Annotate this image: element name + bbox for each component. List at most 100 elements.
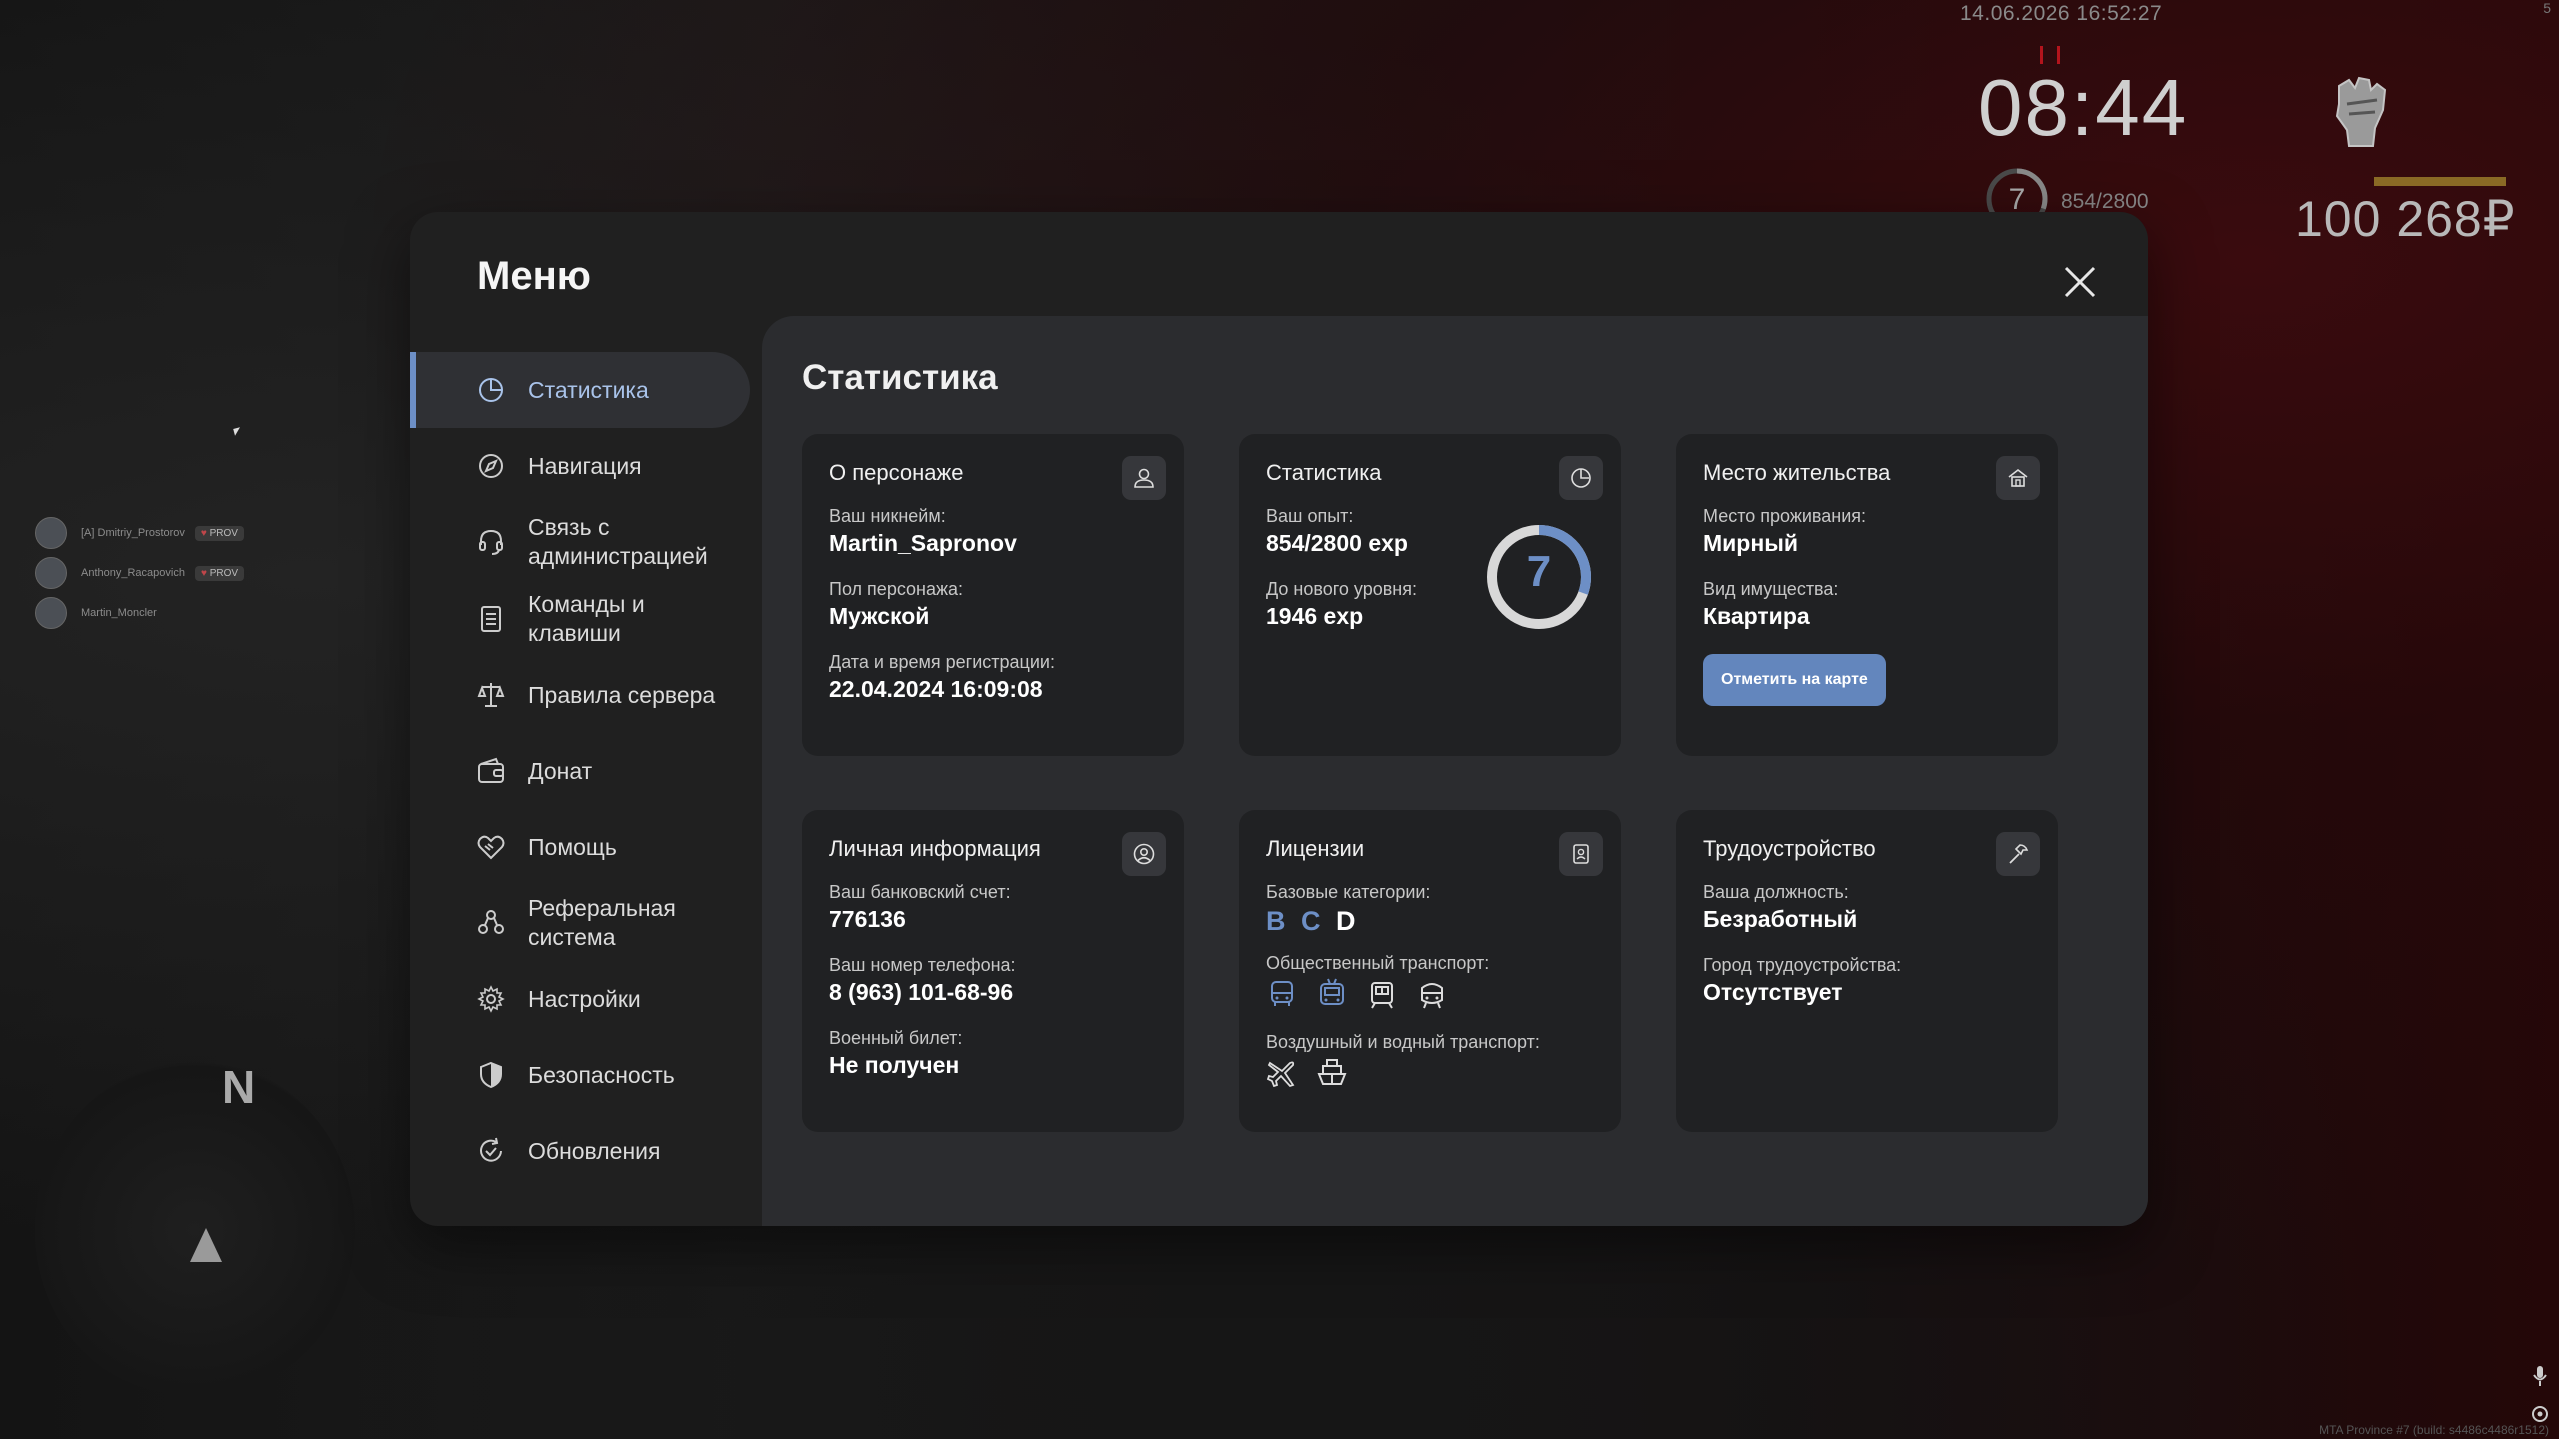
- document-list-icon: [481, 605, 501, 632]
- badge-text: PROV: [209, 527, 238, 539]
- card-icon-box: [1122, 456, 1166, 500]
- air-water-transport-icons: [1266, 1057, 1595, 1089]
- sidebar-item-label: Статистика: [528, 376, 649, 403]
- license-category-c: C: [1301, 906, 1325, 936]
- headset-icon: [479, 529, 503, 555]
- hud-money-bar: [2374, 177, 2506, 186]
- card-personal-info: Личная информация Ваш банковский счет: 7…: [802, 810, 1184, 1132]
- fist-weapon-icon: [2335, 76, 2387, 147]
- sidebar-item-updates[interactable]: Обновления: [410, 1113, 762, 1189]
- public-transport-label: Общественный транспорт:: [1266, 953, 1490, 973]
- pie-chart-icon: [1571, 468, 1591, 488]
- wallet-icon: [478, 757, 504, 783]
- plane-icon: [1266, 1061, 1295, 1088]
- menu-title: Меню: [477, 254, 591, 298]
- pie-chart-icon: [479, 378, 503, 402]
- heart-icon: ♥: [200, 567, 207, 579]
- player-arrow-icon: [190, 1228, 222, 1262]
- heart-icon: ♥: [200, 527, 207, 539]
- position-value: Безработный: [1703, 906, 1858, 932]
- residence-label: Место проживания:: [1703, 506, 1867, 526]
- sidebar-item-label: Команды и клавиши: [528, 590, 645, 646]
- sidebar-item-rules[interactable]: Правила сервера: [410, 657, 762, 733]
- hud-exp: 854/2800: [2061, 190, 2149, 213]
- gear-icon: [477, 985, 505, 1013]
- registration-value: 22.04.2024 16:09:08: [829, 676, 1043, 702]
- build-info: MTA Province #7 (build: s4486c4486r1512): [2319, 1423, 2549, 1437]
- property-type-value: Квартира: [1703, 603, 1810, 629]
- base-categories-label: Базовые категории:: [1266, 882, 1431, 902]
- sidebar-item-referral[interactable]: Реферальная система: [410, 885, 762, 961]
- compass-icon: [479, 454, 503, 478]
- sidebar-item-navigation[interactable]: Навигация: [410, 428, 762, 504]
- phone-value: 8 (963) 101-68-96: [829, 979, 1014, 1005]
- sidebar-item-label: Донат: [528, 757, 593, 784]
- nickname-label: Ваш никнейм:: [829, 506, 946, 526]
- sidebar-item-label: Реферальная система: [528, 895, 676, 950]
- property-type-label: Вид имущества:: [1703, 579, 1839, 599]
- id-badge-icon: [1573, 844, 1589, 864]
- card-character: О персонаже Ваш никнейм: Martin_Sapronov…: [802, 434, 1184, 756]
- badge-text: PROV: [209, 567, 239, 579]
- sidebar-item-help[interactable]: Помощь: [410, 809, 762, 885]
- voice-item: Anthony_Racapovich ♥ PROV: [35, 553, 245, 593]
- gender-value: Мужской: [829, 603, 930, 629]
- sidebar-item-security[interactable]: Безопасность: [410, 1037, 762, 1113]
- residence-value: Мирный: [1703, 530, 1799, 556]
- card-heading: Место жительства: [1703, 460, 1891, 485]
- menu-sidebar: Статистика Навигация Связь с администрац…: [410, 352, 762, 1189]
- voice-user-name: Martin_Moncler: [81, 607, 157, 619]
- position-label: Ваша должность:: [1703, 882, 1849, 902]
- sidebar-item-admin-contact[interactable]: Связь с администрацией: [410, 504, 762, 580]
- trolleybus-icon: [1320, 978, 1344, 1005]
- card-residence: Место жительства Место проживания: Мирны…: [1676, 434, 2058, 756]
- air-water-transport-label: Воздушный и водный транспорт:: [1266, 1032, 1540, 1052]
- card-icon-box: [1996, 456, 2040, 500]
- nickname-value: Martin_Sapronov: [829, 530, 1017, 556]
- sidebar-item-statistics[interactable]: Статистика: [410, 352, 750, 428]
- license-categories: B C D: [1266, 906, 1595, 937]
- sidebar-item-commands[interactable]: Команды и клавиши: [410, 580, 762, 657]
- employment-city-value: Отсутствует: [1703, 979, 1843, 1005]
- employment-city-label: Город трудоустройства:: [1703, 955, 1902, 975]
- card-icon-box: [1559, 832, 1603, 876]
- hammer-icon: [2009, 844, 2029, 864]
- voice-item: [A] Dmitriy_Prostorov ♥ PROV: [35, 513, 244, 553]
- sidebar-item-donate[interactable]: Донат: [410, 733, 762, 809]
- refresh-check-icon: [480, 1137, 502, 1162]
- hud-datetime: 14.06.2026 16:52:27: [1960, 2, 2163, 25]
- hud-money: 100 268₽: [2295, 191, 2516, 247]
- avatar: [35, 597, 67, 629]
- house-icon: [2008, 468, 2028, 487]
- tram-icon: [1371, 982, 1393, 1009]
- mouse-cursor: [233, 427, 242, 436]
- scales-icon: [477, 683, 505, 707]
- hud-clock: 08:44: [1978, 63, 2189, 152]
- user-circle-icon: [1133, 843, 1155, 865]
- referral-people-icon: [478, 910, 504, 934]
- handshake-heart-icon: [477, 835, 505, 860]
- metro-icon: [1421, 983, 1443, 1009]
- sidebar-item-label: Обновления: [528, 1137, 661, 1164]
- gender-label: Пол персонажа:: [829, 579, 964, 599]
- mark-on-map-button[interactable]: Отметить на карте: [1703, 654, 1886, 706]
- sidebar-item-label: Настройки: [528, 985, 641, 1012]
- voice-badge: ♥ PROV: [194, 525, 244, 541]
- card-heading: Личная информация: [829, 836, 1041, 861]
- card-licenses: Лицензии Базовые категории: B C D Общест…: [1239, 810, 1621, 1132]
- public-transport-icons: [1266, 978, 1595, 1010]
- close-icon[interactable]: [2060, 262, 2100, 302]
- voice-chat-list: [A] Dmitriy_Prostorov ♥ PROV Anthony_Rac…: [35, 513, 245, 633]
- ship-icon: [1317, 1059, 1347, 1085]
- voice-user-name: [A] Dmitriy_Prostorov: [81, 527, 185, 539]
- avatar: [35, 557, 67, 589]
- sidebar-item-label: Безопасность: [528, 1061, 675, 1088]
- sidebar-item-settings[interactable]: Настройки: [410, 961, 762, 1037]
- military-id-label: Военный билет:: [829, 1028, 963, 1048]
- shield-icon: [480, 1061, 502, 1089]
- level-number: 7: [1526, 547, 1552, 596]
- hud-corner-indicator: 5: [2543, 0, 2551, 16]
- sidebar-item-label: Помощь: [528, 833, 617, 860]
- menu-modal: Меню Статистика Навигация Связь с админи…: [410, 212, 2148, 1226]
- card-icon-box: [1559, 456, 1603, 500]
